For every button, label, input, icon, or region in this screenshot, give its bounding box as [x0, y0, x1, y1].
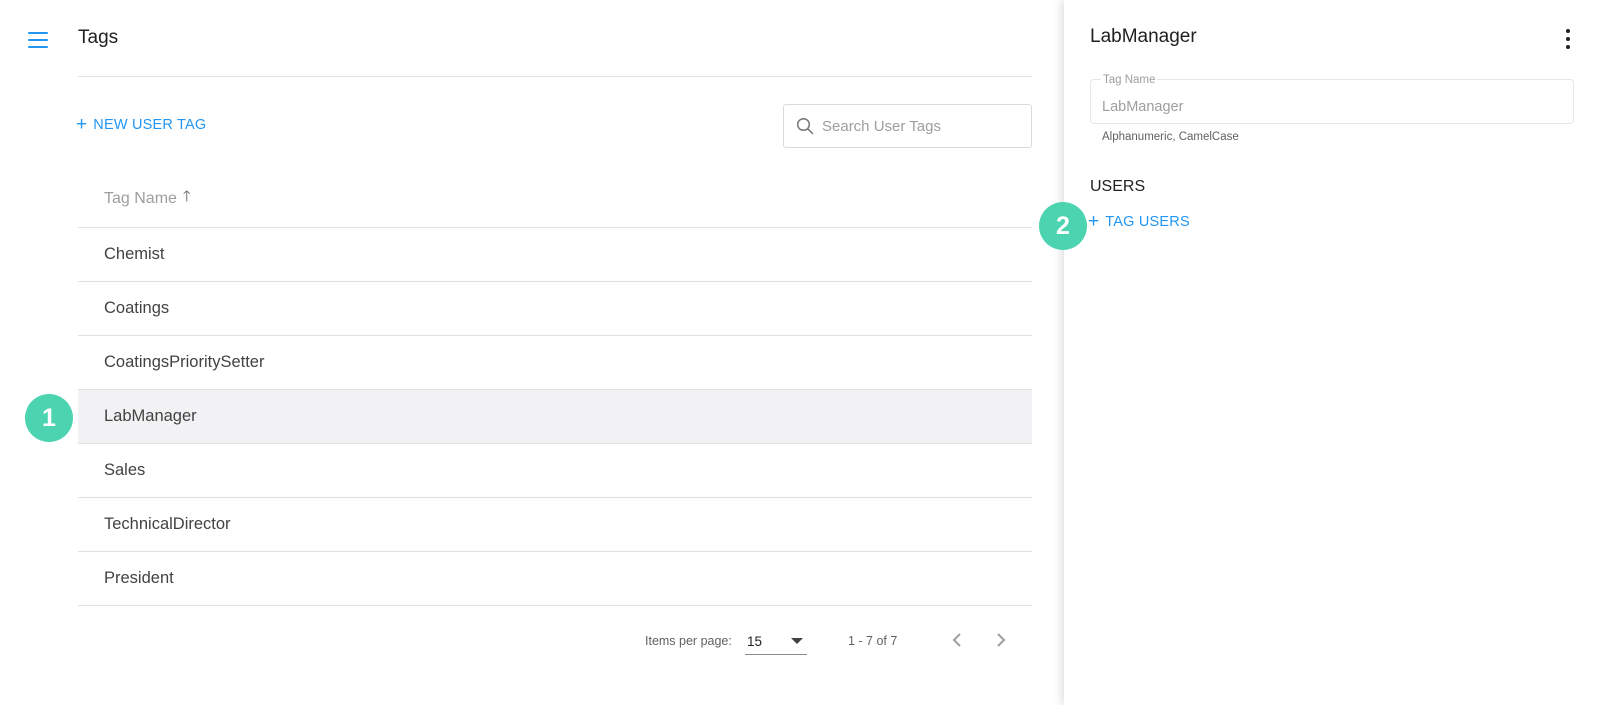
tag-name-field-label: Tag Name	[1101, 74, 1158, 86]
more-options-icon[interactable]	[1564, 28, 1572, 50]
tag-name-hint: Alphanumeric, CamelCase	[1102, 131, 1239, 143]
search-icon	[796, 117, 814, 135]
tag-users-label: TAG USERS	[1105, 213, 1190, 230]
table-row[interactable]: President	[78, 552, 1032, 606]
hamburger-menu-icon[interactable]	[26, 29, 50, 51]
tag-name-cell: Chemist	[104, 245, 165, 263]
page-range-label: 1 - 7 of 7	[848, 634, 898, 648]
previous-page-button[interactable]	[946, 629, 968, 651]
tag-name-cell: Sales	[104, 461, 146, 479]
search-input[interactable]	[822, 117, 1012, 135]
tag-name-cell: President	[104, 569, 174, 587]
items-per-page-label: Items per page:	[645, 634, 732, 648]
table-row[interactable]: CoatingsPrioritySetter	[78, 336, 1032, 390]
chevron-right-icon	[997, 633, 1006, 647]
tag-name-field[interactable]: Tag Name LabManager	[1090, 74, 1574, 124]
tag-name-cell: Coatings	[104, 299, 170, 317]
tag-users-button[interactable]: + TAG USERS	[1088, 212, 1190, 231]
dropdown-arrow-icon	[791, 638, 803, 644]
sort-ascending-icon: 🡑	[182, 188, 191, 205]
tag-name-field-value: LabManager	[1102, 99, 1184, 115]
next-page-button[interactable]	[990, 629, 1012, 651]
paginator: Items per page: 15 1 - 7 of 7	[0, 625, 1064, 655]
plus-icon: +	[1088, 211, 1100, 232]
table-row-selected[interactable]: LabManager	[78, 390, 1032, 444]
tag-name-cell: LabManager	[104, 407, 197, 425]
divider	[78, 76, 1032, 77]
column-header-label: Tag Name	[104, 189, 177, 207]
tags-list-panel: Tags + NEW USER TAG Tag Name 🡑 Chemist C…	[0, 0, 1064, 705]
table-row[interactable]: Sales	[78, 444, 1032, 498]
table-row[interactable]: Coatings	[78, 282, 1032, 336]
items-per-page-select[interactable]: 15	[745, 625, 807, 655]
step-marker-2: 2	[1039, 202, 1087, 250]
users-heading: USERS	[1090, 178, 1146, 195]
tag-name-cell: CoatingsPrioritySetter	[104, 353, 265, 371]
column-header-tag-name[interactable]: Tag Name 🡑	[78, 170, 1032, 228]
items-per-page-value: 15	[747, 634, 763, 649]
step-marker-1: 1	[25, 394, 73, 442]
new-user-tag-button[interactable]: + NEW USER TAG	[76, 115, 206, 134]
table-row[interactable]: Chemist	[78, 228, 1032, 282]
table-row[interactable]: TechnicalDirector	[78, 498, 1032, 552]
tag-name-cell: TechnicalDirector	[104, 515, 231, 533]
tags-table: Tag Name 🡑 Chemist Coatings CoatingsPrio…	[78, 170, 1032, 606]
new-user-tag-label: NEW USER TAG	[93, 116, 207, 133]
plus-icon: +	[76, 114, 88, 135]
tag-detail-panel: LabManager Tag Name LabManager Alphanume…	[1064, 0, 1600, 705]
chevron-left-icon	[952, 633, 961, 647]
page-title: Tags	[78, 27, 119, 48]
search-box[interactable]	[783, 104, 1032, 148]
detail-title: LabManager	[1090, 26, 1197, 47]
